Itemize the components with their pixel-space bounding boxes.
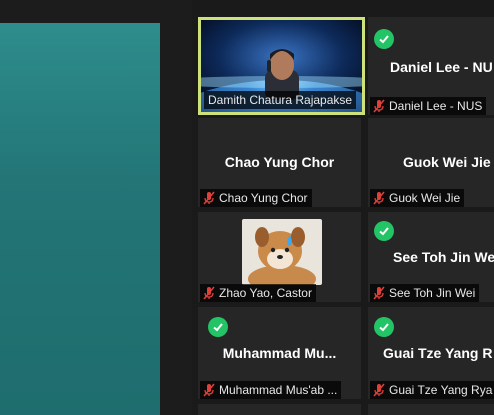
check-icon (374, 317, 394, 337)
participant-tile[interactable]: Guok Wei Jie Guok Wei Jie (368, 118, 494, 207)
participant-tile-partial[interactable] (368, 404, 494, 415)
participant-name-label: Damith Chatura Rajapakse (204, 91, 357, 109)
mic-muted-icon (373, 99, 385, 113)
participant-tile-active[interactable]: Damith Chatura Rajapakse (198, 17, 365, 115)
participant-name-label: Guok Wei Jie (370, 189, 465, 207)
participant-tile[interactable]: See Toh Jin We See Toh Jin Wei (368, 212, 494, 302)
participant-name-label: See Toh Jin Wei (370, 284, 480, 302)
participant-name-label: Muhammad Mus'ab ... (200, 381, 342, 399)
participant-name-label: Guai Tze Yang Rya (370, 381, 494, 399)
mic-muted-icon (373, 286, 385, 300)
mic-muted-icon (373, 191, 385, 205)
mic-muted-icon (203, 383, 215, 397)
mic-muted-icon (203, 286, 215, 300)
participant-display-name: See Toh Jin We (393, 249, 494, 265)
participant-display-name: Daniel Lee - NU (390, 59, 493, 75)
participant-tile[interactable]: Guai Tze Yang R Guai Tze Yang Rya (368, 307, 494, 399)
mic-muted-icon (373, 383, 385, 397)
participant-display-name: Guok Wei Jie (403, 154, 491, 170)
participant-display-name: Chao Yung Chor (224, 154, 335, 170)
participant-display-name: Muhammad Mu... (222, 345, 337, 361)
participant-gallery: Damith Chatura Rajapakse Daniel Lee - NU… (192, 0, 494, 415)
participant-display-name: Guai Tze Yang R (383, 345, 493, 361)
participant-tile[interactable]: Zhao Yao, Castor (198, 212, 361, 302)
participant-tile-partial[interactable] (198, 404, 361, 415)
participant-name-label: Chao Yung Chor (200, 189, 312, 207)
participant-tile[interactable]: Chao Yung Chor Chao Yung Chor (198, 118, 361, 207)
check-icon (374, 29, 394, 49)
shared-screen-content (0, 23, 160, 415)
check-icon (374, 221, 394, 241)
shared-screen-area (0, 0, 192, 415)
participant-tile[interactable]: Muhammad Mu... Muhammad Mus'ab ... (198, 307, 361, 399)
participant-name-label: Daniel Lee - NUS (370, 97, 487, 115)
participant-avatar (242, 219, 322, 285)
check-icon (208, 317, 228, 337)
mic-muted-icon (203, 191, 215, 205)
participant-tile[interactable]: Daniel Lee - NU Daniel Lee - NUS (368, 17, 494, 115)
participant-name-label: Zhao Yao, Castor (200, 284, 316, 302)
